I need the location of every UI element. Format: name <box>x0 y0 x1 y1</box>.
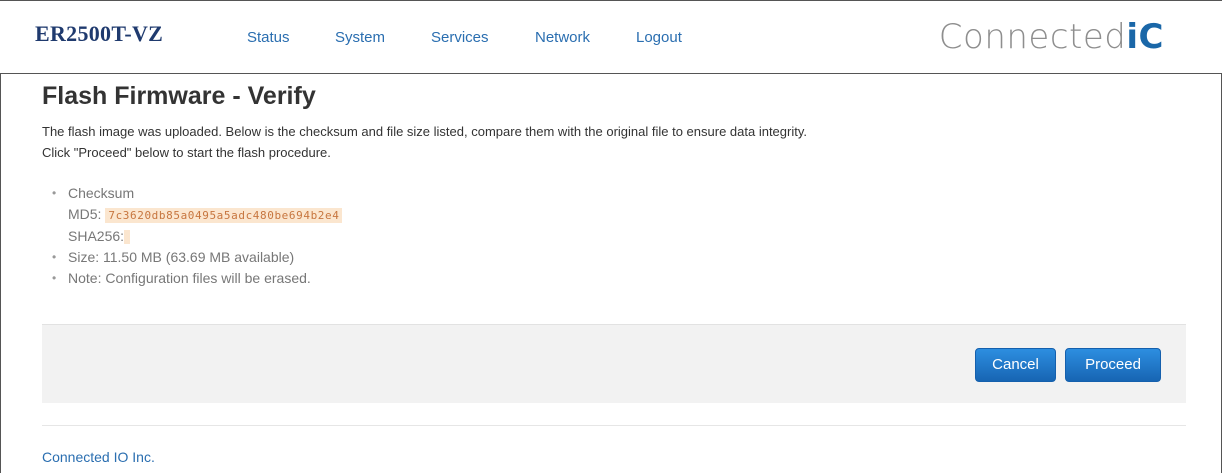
bullet-icon: • <box>52 250 57 264</box>
nav-system[interactable]: System <box>335 29 385 46</box>
nav-status[interactable]: Status <box>247 29 290 46</box>
logo-accent: iC <box>1126 17 1164 57</box>
description-line: Click "Proceed" below to start the flash… <box>42 145 331 160</box>
page-description: The flash image was uploaded. Below is t… <box>42 121 807 163</box>
checksum-label: Checksum <box>68 185 135 201</box>
nav-network[interactable]: Network <box>535 29 590 46</box>
description-line: The flash image was uploaded. Below is t… <box>42 124 807 139</box>
footer-divider <box>42 425 1186 426</box>
checksum-item: • Checksum MD5: 7c3620db85a0495a5adc480b… <box>50 183 343 247</box>
bullet-icon: • <box>52 186 57 200</box>
md5-row: MD5: 7c3620db85a0495a5adc480be694b2e4 <box>68 204 343 226</box>
footer-company-link[interactable]: Connected IO Inc. <box>42 449 155 465</box>
md5-label: MD5: <box>68 206 102 222</box>
sha256-label: SHA256: <box>68 228 125 244</box>
note-item: • Note: Configuration files will be eras… <box>50 268 342 289</box>
proceed-button[interactable]: Proceed <box>1065 348 1161 382</box>
action-bar: Cancel Proceed <box>42 324 1186 403</box>
nav-logout[interactable]: Logout <box>636 29 682 46</box>
nav-services[interactable]: Services <box>431 29 489 46</box>
bullet-icon: • <box>52 271 57 285</box>
md5-value: 7c3620db85a0495a5adc480be694b2e4 <box>105 208 343 223</box>
device-name: ER2500T-VZ <box>35 21 164 46</box>
size-text: Size: 11.50 MB (63.69 MB available) <box>68 249 295 265</box>
logo-text: Connected <box>938 17 1127 57</box>
cancel-button[interactable]: Cancel <box>975 348 1056 382</box>
page-title: Flash Firmware - Verify <box>42 82 316 110</box>
connectedio-logo: ConnectediC <box>939 17 1164 57</box>
sha256-row: SHA256: <box>68 226 342 247</box>
top-header: ER2500T-VZ Status System Services Networ… <box>0 0 1222 74</box>
size-item: • Size: 11.50 MB (63.69 MB available) <box>50 247 342 268</box>
sha256-value <box>124 230 131 245</box>
firmware-details-list: • Checksum MD5: 7c3620db85a0495a5adc480b… <box>50 183 343 289</box>
note-text: Note: Configuration files will be erased… <box>68 270 311 286</box>
